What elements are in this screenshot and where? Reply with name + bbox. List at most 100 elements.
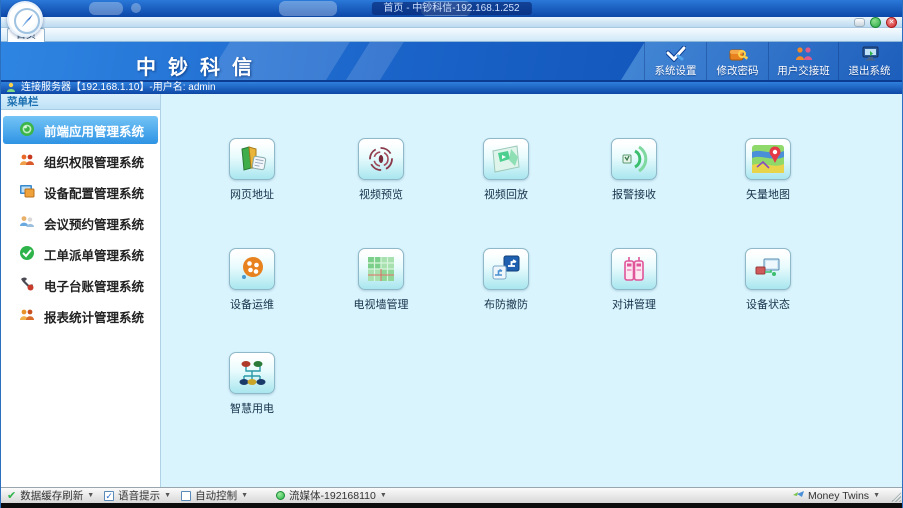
exit-system-button[interactable]: 退出系统 [838, 42, 900, 82]
report-stats-icon [19, 307, 35, 326]
sidebar-item-e-ledger[interactable]: 电子台账管理系统 [3, 271, 158, 299]
window-title: 首页 - 中钞科信-192.168.1.252 [371, 2, 531, 15]
dropdown-arrow-icon[interactable]: ▼ [241, 492, 248, 499]
e-ledger-icon [19, 276, 35, 295]
header-decor-stripe [337, 42, 408, 82]
sidebar-menu: 前端应用管理系统 组织权限管理系统 [1, 110, 160, 330]
vendor-label: Money Twins [808, 490, 869, 502]
tab-bar: 首页 [1, 28, 902, 42]
frontend-app-icon [19, 121, 35, 140]
app-web-address[interactable]: 网页地址 [207, 138, 297, 202]
voice-prompt-checkbox[interactable]: ✓ [104, 491, 114, 501]
green-check-icon: ✔ [7, 489, 16, 502]
app-label: 视频回放 [461, 186, 551, 202]
shift-change-icon [794, 46, 814, 62]
sidebar-item-label: 前端应用管理系统 [44, 121, 144, 140]
toolbar-ghost-icon [89, 2, 123, 15]
sidebar-item-label: 工单派单管理系统 [44, 245, 144, 264]
close-button[interactable]: ✕ [886, 17, 897, 28]
app-intercom[interactable]: 对讲管理 [589, 248, 679, 312]
app-tv-wall[interactable]: 电视墙管理 [336, 248, 426, 312]
app-label: 矢量地图 [723, 186, 813, 202]
intercom-icon [611, 248, 657, 290]
exit-system-icon [860, 46, 880, 62]
arm-disarm-icon [483, 248, 529, 290]
sidebar-item-meeting-booking[interactable]: 会议预约管理系统 [3, 209, 158, 237]
app-label: 对讲管理 [589, 296, 679, 312]
sidebar-item-report-stats[interactable]: 报表统计管理系统 [3, 302, 158, 330]
app-label: 报警接收 [589, 186, 679, 202]
system-settings-label: 系统设置 [655, 63, 697, 78]
exit-system-label: 退出系统 [849, 63, 891, 78]
auto-control-control[interactable]: 自动控制 ▼ [181, 488, 248, 503]
app-smart-power[interactable]: 智慧用电 [207, 352, 297, 416]
dropdown-arrow-icon[interactable]: ▼ [873, 492, 880, 499]
change-password-button[interactable]: 修改密码 [706, 42, 768, 82]
smart-power-icon [229, 352, 275, 394]
sidebar: 菜单栏 前端应用管理系统 [1, 94, 161, 487]
cache-refresh-control[interactable]: ✔ 数据缓存刷新 ▼ [7, 488, 94, 503]
app-device-status[interactable]: 设备状态 [723, 248, 813, 312]
body: 菜单栏 前端应用管理系统 [1, 94, 902, 487]
app-label: 布防撤防 [461, 296, 551, 312]
app-label: 视频预览 [336, 186, 426, 202]
vector-map-icon [745, 138, 791, 180]
sidebar-item-label: 会议预约管理系统 [44, 214, 144, 233]
device-config-icon [19, 183, 35, 202]
app-label: 设备状态 [723, 296, 813, 312]
voice-prompt-control[interactable]: ✓ 语音提示 ▼ [104, 488, 171, 503]
browser-toolbar-strip: ✕ [1, 17, 902, 28]
toolbar-ghost-icon [279, 1, 337, 16]
resize-grip[interactable] [891, 492, 901, 502]
sidebar-item-frontend-app[interactable]: 前端应用管理系统 [3, 116, 158, 144]
auto-control-label: 自动控制 [195, 488, 237, 503]
vendor-control[interactable]: Money Twins ▼ [793, 489, 880, 502]
application-window: 首页 - 中钞科信-192.168.1.252 ✕ 首页 中钞科信 [0, 0, 903, 508]
app-video-playback[interactable]: 视频回放 [461, 138, 551, 202]
sidebar-item-label: 设备配置管理系统 [44, 183, 144, 202]
dropdown-arrow-icon[interactable]: ▼ [87, 492, 94, 499]
org-permission-icon [19, 152, 35, 171]
taskbar-strip [1, 503, 902, 508]
app-label: 网页地址 [207, 186, 297, 202]
app-label: 电视墙管理 [336, 296, 426, 312]
sidebar-item-work-order[interactable]: 工单派单管理系统 [3, 240, 158, 268]
app-label: 设备运维 [207, 296, 297, 312]
sidebar-title: 菜单栏 [1, 94, 160, 110]
window-controls: ✕ [854, 17, 897, 28]
connection-bar: 连接服务器【192.168.1.10】-用户名: admin [1, 82, 902, 94]
meeting-booking-icon [19, 214, 35, 233]
sidebar-item-org-permission[interactable]: 组织权限管理系统 [3, 147, 158, 175]
stream-media-control[interactable]: 流媒体-192168110 ▼ [276, 488, 387, 503]
browser-titlebar: 首页 - 中钞科信-192.168.1.252 [1, 0, 902, 17]
app-header: 中钞科信 系统设置 [1, 42, 902, 82]
dropdown-arrow-icon[interactable]: ▼ [164, 492, 171, 499]
app-alarm-receive[interactable]: 报警接收 [589, 138, 679, 202]
brand-title: 中钞科信 [136, 51, 264, 80]
app-vector-map[interactable]: 矢量地图 [723, 138, 813, 202]
alarm-receive-icon [611, 138, 657, 180]
auto-control-checkbox[interactable] [181, 491, 191, 501]
cache-refresh-label: 数据缓存刷新 [20, 488, 83, 503]
system-settings-button[interactable]: 系统设置 [644, 42, 706, 82]
shift-change-button[interactable]: 用户交接班 [768, 42, 838, 82]
device-ops-icon [229, 248, 275, 290]
web-address-icon [229, 138, 275, 180]
device-status-icon [745, 248, 791, 290]
maximize-button[interactable] [870, 17, 881, 28]
sidebar-item-device-config[interactable]: 设备配置管理系统 [3, 178, 158, 206]
dropdown-arrow-icon[interactable]: ▼ [380, 492, 387, 499]
connection-status-text: 连接服务器【192.168.1.10】-用户名: admin [21, 82, 216, 94]
app-grid: 网页地址 视频预览 [161, 94, 902, 487]
online-status-icon [276, 491, 285, 500]
app-label: 智慧用电 [207, 400, 297, 416]
app-device-ops[interactable]: 设备运维 [207, 248, 297, 312]
tv-wall-icon [358, 248, 404, 290]
toolbar-ghost-icon [131, 3, 141, 13]
snapshot-button[interactable] [854, 18, 865, 27]
browser-logo-icon[interactable] [7, 1, 43, 37]
stream-media-label: 流媒体-192168110 [289, 488, 376, 503]
app-video-preview[interactable]: 视频预览 [336, 138, 426, 202]
app-arm-disarm[interactable]: 布防撤防 [461, 248, 551, 312]
sidebar-item-label: 电子台账管理系统 [44, 276, 144, 295]
